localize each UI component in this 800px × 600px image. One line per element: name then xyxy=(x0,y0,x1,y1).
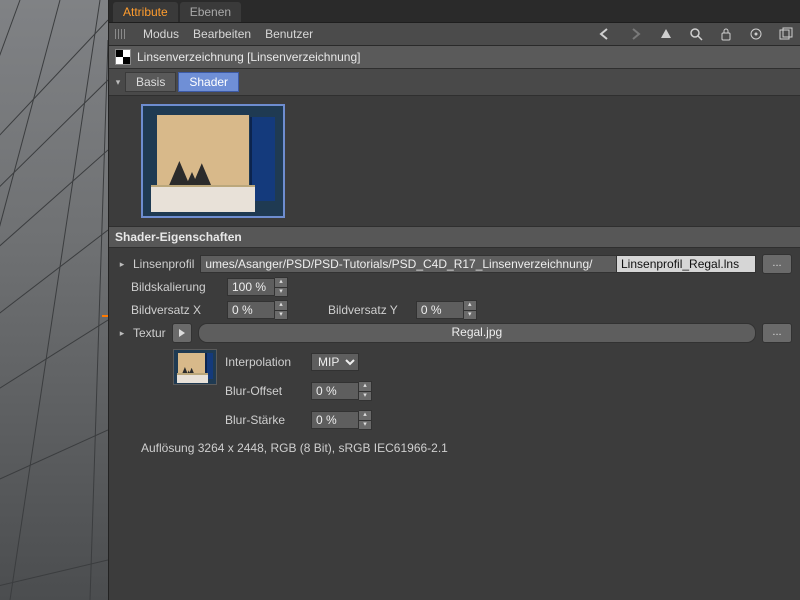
stepper-down-icon[interactable]: ▾ xyxy=(359,392,371,401)
menu-modus[interactable]: Modus xyxy=(143,27,179,41)
texture-name-field[interactable]: Regal.jpg xyxy=(198,323,756,343)
linsenprofil-browse-button[interactable]: ... xyxy=(762,254,792,274)
tab-attribute[interactable]: Attribute xyxy=(113,2,178,22)
label-textur: Textur xyxy=(133,326,166,340)
subtab-basis[interactable]: Basis xyxy=(125,72,176,92)
subtab-shader[interactable]: Shader xyxy=(178,72,239,92)
blur-staerke-input[interactable]: ▴▾ xyxy=(311,410,372,430)
label-blur-offset: Blur-Offset xyxy=(225,384,305,398)
expand-textur-icon[interactable]: ▸ xyxy=(117,328,127,339)
collapse-toggle-icon[interactable]: ▾ xyxy=(113,77,123,88)
row-bildskalierung: Bildskalierung ▴▾ xyxy=(117,277,792,297)
viewport-3d[interactable] xyxy=(0,0,108,600)
attribute-manager-panel: Attribute Ebenen Modus Bearbeiten Benutz… xyxy=(108,0,800,600)
stepper-down-icon[interactable]: ▾ xyxy=(275,311,287,320)
stepper-down-icon[interactable]: ▾ xyxy=(359,421,371,430)
section-shader-eigenschaften: Shader-Eigenschaften xyxy=(109,226,800,248)
drag-grip-icon[interactable] xyxy=(115,29,127,39)
row-blur-staerke: Blur-Stärke ▴▾ xyxy=(225,410,372,430)
texture-browse-button[interactable]: ... xyxy=(762,323,792,343)
stepper-up-icon[interactable]: ▴ xyxy=(359,382,371,392)
label-bildskalierung: Bildskalierung xyxy=(131,280,221,294)
label-bildversatz-x: Bildversatz X xyxy=(131,303,221,317)
search-icon[interactable] xyxy=(688,26,704,42)
target-icon[interactable] xyxy=(748,26,764,42)
nav-back-icon[interactable] xyxy=(598,26,614,42)
stepper-up-icon[interactable]: ▴ xyxy=(464,301,476,311)
stepper-up-icon[interactable]: ▴ xyxy=(359,411,371,421)
row-bildversatz: Bildversatz X ▴▾ Bildversatz Y ▴▾ xyxy=(117,300,792,320)
stepper-up-icon[interactable]: ▴ xyxy=(275,301,287,311)
stepper-down-icon[interactable]: ▾ xyxy=(464,311,476,320)
label-bildversatz-y: Bildversatz Y xyxy=(328,303,398,317)
stepper-up-icon[interactable]: ▴ xyxy=(275,278,287,288)
row-textur: ▸ Textur Regal.jpg ... xyxy=(117,323,792,343)
attribute-content: Shader-Eigenschaften ▸ Linsenprofil ... … xyxy=(109,96,800,600)
label-aufloesung: Auflösung xyxy=(141,441,194,455)
menu-benutzer[interactable]: Benutzer xyxy=(265,27,313,41)
nav-forward-icon xyxy=(628,26,644,42)
row-interpolation: Interpolation MIP xyxy=(225,352,372,372)
object-title-bar: Linsenverzeichnung [Linsenverzeichnung] xyxy=(109,46,800,69)
blur-offset-value[interactable] xyxy=(311,382,359,400)
label-interpolation: Interpolation xyxy=(225,355,305,369)
panel-menubar: Modus Bearbeiten Benutzer xyxy=(109,23,800,46)
object-subtabs: ▾ Basis Shader xyxy=(109,69,800,96)
texture-menu-button[interactable] xyxy=(172,323,192,343)
lock-icon[interactable] xyxy=(718,26,734,42)
linsenprofil-path-prefix[interactable] xyxy=(200,255,616,273)
texture-subgroup: Interpolation MIP Blur-Offset ▴▾ Blur xyxy=(173,349,792,433)
interpolation-select[interactable]: MIP xyxy=(311,353,359,371)
bildversatz-x-input[interactable]: ▴▾ xyxy=(227,300,288,320)
blur-staerke-value[interactable] xyxy=(311,411,359,429)
bildskalierung-value[interactable] xyxy=(227,278,275,296)
nav-up-icon[interactable] xyxy=(658,26,674,42)
label-linsenprofil: Linsenprofil xyxy=(133,257,194,271)
interpolation-value[interactable]: MIP xyxy=(311,353,359,371)
row-resolution: Auflösung 3264 x 2448, RGB (8 Bit), sRGB… xyxy=(141,441,792,455)
new-window-icon[interactable] xyxy=(778,26,794,42)
bildversatz-y-input[interactable]: ▴▾ xyxy=(416,300,477,320)
row-linsenprofil: ▸ Linsenprofil ... xyxy=(117,254,792,274)
row-blur-offset: Blur-Offset ▴▾ xyxy=(225,381,372,401)
menu-bearbeiten[interactable]: Bearbeiten xyxy=(193,27,251,41)
shader-preview-large[interactable] xyxy=(141,104,285,218)
resolution-value: 3264 x 2448, RGB (8 Bit), sRGB IEC61966-… xyxy=(198,441,448,455)
panel-tabbar: Attribute Ebenen xyxy=(109,0,800,23)
shader-type-icon xyxy=(115,49,131,65)
stepper-down-icon[interactable]: ▾ xyxy=(275,288,287,297)
object-title: Linsenverzeichnung [Linsenverzeichnung] xyxy=(137,50,360,64)
blur-offset-input[interactable]: ▴▾ xyxy=(311,381,372,401)
texture-preview-small[interactable] xyxy=(173,349,217,385)
linsenprofil-path-file[interactable] xyxy=(616,255,756,273)
bildversatz-y-value[interactable] xyxy=(416,301,464,319)
tab-ebenen[interactable]: Ebenen xyxy=(180,2,241,22)
label-blur-staerke: Blur-Stärke xyxy=(225,413,305,427)
expand-linsenprofil-icon[interactable]: ▸ xyxy=(117,259,127,270)
bildversatz-x-value[interactable] xyxy=(227,301,275,319)
bildskalierung-input[interactable]: ▴▾ xyxy=(227,277,288,297)
